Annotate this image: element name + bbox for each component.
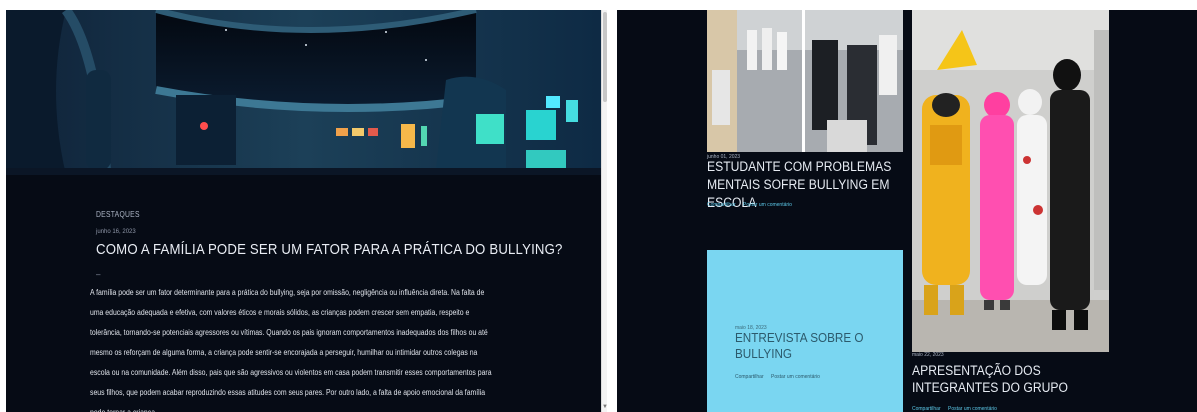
post3-actions: Compartilhar Postar um comentário (912, 406, 1003, 412)
post3-title[interactable]: APRESENTAÇÃO DOS INTEGRANTES DO GRUPO (912, 362, 1101, 396)
post2-card[interactable]: maio 18, 2023 ENTREVISTA SOBRE O BULLYIN… (707, 250, 903, 412)
post2-title[interactable]: ENTREVISTA SOBRE O BULLYING (735, 330, 870, 362)
group-costume-photo[interactable] (912, 10, 1109, 352)
post-category[interactable]: DESTAQUES (96, 210, 453, 219)
scrollbar-thumb[interactable] (603, 12, 607, 102)
post-separator: – (96, 270, 101, 279)
left-scrollbar[interactable]: ▼ (601, 10, 608, 412)
post3-share-link[interactable]: Compartilhar (912, 406, 941, 412)
post2-comment-link[interactable]: Postar um comentário (771, 374, 820, 380)
post-body: A família pode ser um fator determinante… (90, 288, 492, 412)
post1-share-link[interactable]: Compartilhar (707, 202, 736, 208)
scroll-down-arrow-icon[interactable]: ▼ (602, 404, 608, 410)
post1-actions: Compartilhar Postar um comentário (707, 202, 798, 208)
post3-date: maio 22, 2023 (912, 352, 944, 358)
right-blog-panel: junho 01, 2023 ESTUDANTE COM PROBLEMAS M… (617, 10, 1197, 412)
post1-comment-link[interactable]: Postar um comentário (743, 202, 792, 208)
post-title[interactable]: COMO A FAMÍLIA PODE SER UM FATOR PARA A … (96, 241, 562, 258)
featured-post: DESTAQUES junho 16, 2023 COMO A FAMÍLIA … (90, 210, 562, 412)
post2-actions: Compartilhar Postar um comentário (735, 374, 826, 380)
post3-comment-link[interactable]: Postar um comentário (948, 406, 997, 412)
left-blog-panel: DESTAQUES junho 16, 2023 COMO A FAMÍLIA … (6, 10, 601, 412)
school-hallway-photo[interactable] (707, 10, 903, 152)
hero-spaceship-image (6, 10, 601, 175)
post2-share-link[interactable]: Compartilhar (735, 374, 764, 380)
post-date: junho 16, 2023 (96, 229, 136, 235)
